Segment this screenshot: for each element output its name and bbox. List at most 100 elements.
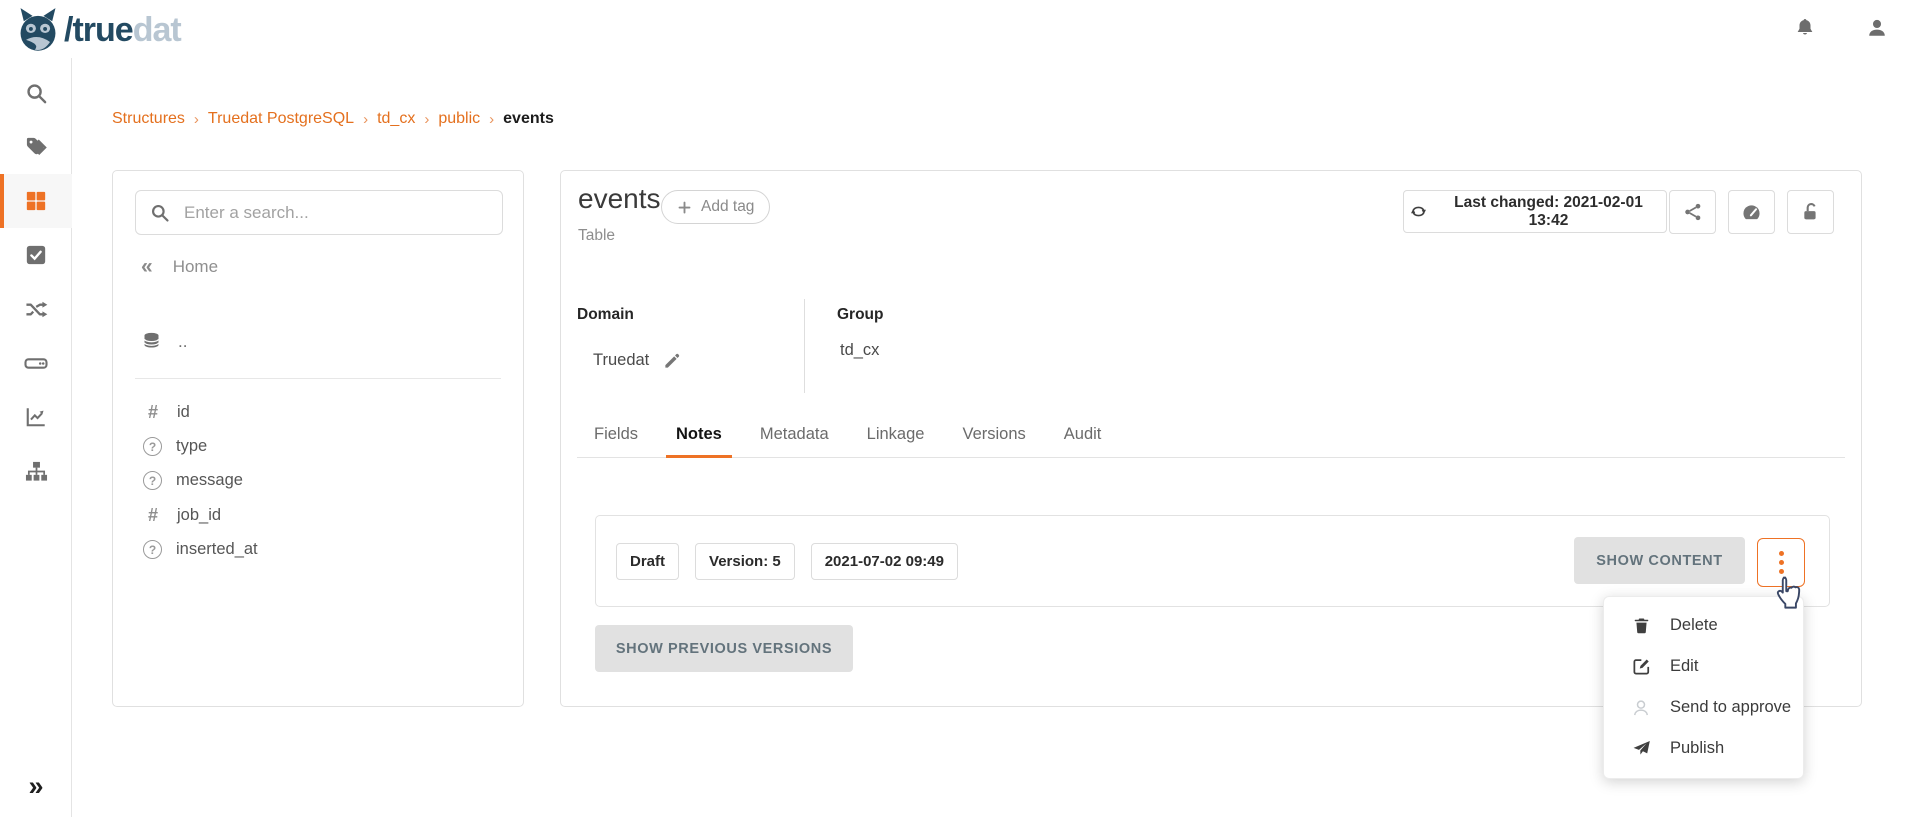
menu-item-label: Delete [1670, 616, 1718, 635]
field-item-message[interactable]: ? message [143, 471, 243, 490]
domain-value: Truedat [593, 351, 649, 370]
sync-icon [1410, 203, 1427, 220]
sidebar-expand-button[interactable]: » [0, 770, 72, 803]
divider [804, 299, 805, 393]
header-actions [1787, 10, 1895, 46]
sidebar-item-search[interactable] [0, 66, 72, 120]
field-label: type [176, 437, 207, 456]
show-content-button[interactable]: SHOW CONTENT [1574, 537, 1745, 584]
chevron-right-icon: › [363, 111, 368, 128]
add-tag-button[interactable]: Add tag [661, 190, 770, 224]
breadcrumb-link-system[interactable]: Truedat PostgreSQL [208, 110, 354, 128]
shuffle-icon [25, 298, 48, 321]
sidebar-item-tasks[interactable] [0, 228, 72, 282]
grid-icon [25, 190, 47, 212]
search-input[interactable] [182, 202, 502, 224]
field-item-id[interactable]: # id [143, 402, 190, 423]
logo-text-secondary: dat [133, 11, 181, 49]
field-label: message [176, 471, 243, 490]
last-changed-button[interactable]: Last changed: 2021-02-01 13:42 [1403, 190, 1667, 233]
home-link[interactable]: « Home [141, 255, 218, 279]
sidebar-item-lineage[interactable] [0, 282, 72, 336]
quality-dashboard-button[interactable] [1728, 190, 1775, 234]
menu-item-publish[interactable]: Publish [1604, 728, 1803, 769]
last-changed-label: Last changed: 2021-02-01 13:42 [1437, 194, 1660, 230]
sidebar: » [0, 58, 72, 817]
question-circle-icon: ? [143, 471, 162, 490]
sidebar-item-quality[interactable] [0, 390, 72, 444]
tab-linkage[interactable]: Linkage [857, 415, 935, 458]
note-actions-menu-button[interactable] [1757, 538, 1805, 587]
question-circle-icon: ? [143, 540, 162, 559]
field-label: job_id [177, 506, 221, 525]
app-header: /truedat [0, 0, 1907, 58]
user-menu-button[interactable] [1859, 10, 1895, 46]
breadcrumb: Structures › Truedat PostgreSQL › td_cx … [112, 110, 554, 128]
breadcrumb-current: events [503, 110, 554, 128]
hdd-icon [24, 351, 48, 375]
chart-line-icon [25, 406, 47, 428]
chevron-right-icon: › [489, 111, 494, 128]
group-value: td_cx [840, 341, 879, 360]
trash-icon [1630, 616, 1652, 635]
field-item-job-id[interactable]: # job_id [143, 505, 221, 526]
field-label: inserted_at [176, 540, 258, 559]
sidebar-item-sources[interactable] [0, 336, 72, 390]
tab-versions[interactable]: Versions [952, 415, 1035, 458]
paper-plane-icon [1630, 739, 1652, 758]
tab-audit[interactable]: Audit [1054, 415, 1112, 458]
chevron-right-icon: › [194, 111, 199, 128]
search-icon [150, 203, 170, 223]
menu-item-delete[interactable]: Delete [1604, 605, 1803, 646]
plus-icon [677, 200, 692, 215]
field-item-inserted-at[interactable]: ? inserted_at [143, 540, 258, 559]
double-chevron-right-icon: » [28, 771, 43, 801]
note-actions-context-menu: Delete Edit Send to approve [1603, 596, 1804, 779]
structure-explorer-panel: « Home .. # id ? type ? mess [112, 170, 524, 707]
divider [135, 378, 501, 379]
question-circle-icon: ? [143, 437, 162, 456]
notifications-button[interactable] [1787, 10, 1823, 46]
group-label: Group [837, 306, 884, 324]
tab-notes[interactable]: Notes [666, 415, 732, 458]
sidebar-item-structures[interactable] [0, 174, 72, 228]
breadcrumb-link-schema[interactable]: public [438, 110, 480, 128]
sidebar-item-tags[interactable] [0, 120, 72, 174]
breadcrumb-link-structures[interactable]: Structures [112, 110, 185, 128]
search-icon [25, 82, 48, 105]
menu-item-label: Send to approve [1670, 698, 1791, 717]
version-badge: Version: 5 [695, 543, 795, 580]
edit-domain-pencil-icon[interactable] [663, 351, 682, 370]
note-badges: Draft Version: 5 2021-07-02 09:49 [616, 543, 958, 580]
menu-item-send-to-approve[interactable]: Send to approve [1604, 687, 1803, 728]
permissions-button[interactable] [1787, 190, 1834, 234]
tab-fields[interactable]: Fields [584, 415, 648, 458]
menu-item-label: Edit [1670, 657, 1698, 676]
note-version-card: Draft Version: 5 2021-07-02 09:49 SHOW C… [595, 515, 1830, 607]
hash-icon: # [143, 505, 163, 526]
sidebar-item-domains[interactable] [0, 444, 72, 498]
show-previous-versions-button[interactable]: SHOW PREVIOUS VERSIONS [595, 625, 853, 672]
double-chevron-left-icon: « [141, 255, 153, 279]
breadcrumb-link-database[interactable]: td_cx [377, 110, 415, 128]
share-button[interactable] [1669, 190, 1716, 234]
field-label: id [177, 403, 190, 422]
structure-type-label: Table [578, 227, 615, 245]
truedat-logo[interactable]: /truedat [16, 6, 181, 54]
menu-item-label: Publish [1670, 739, 1724, 758]
owl-logo-icon [16, 6, 60, 54]
page-title: events [578, 183, 661, 215]
menu-item-edit[interactable]: Edit [1604, 646, 1803, 687]
bell-icon [1794, 17, 1816, 39]
search-box [135, 190, 503, 235]
status-badge: Draft [616, 543, 679, 580]
parent-directory-item[interactable]: .. [141, 331, 187, 352]
field-item-type[interactable]: ? type [143, 437, 207, 456]
screen: /truedat [0, 0, 1907, 817]
share-icon [1683, 202, 1703, 222]
tab-metadata[interactable]: Metadata [750, 415, 839, 458]
hash-icon: # [143, 402, 163, 423]
database-icon [141, 331, 162, 352]
check-square-icon [25, 244, 47, 266]
domain-label: Domain [577, 306, 634, 324]
